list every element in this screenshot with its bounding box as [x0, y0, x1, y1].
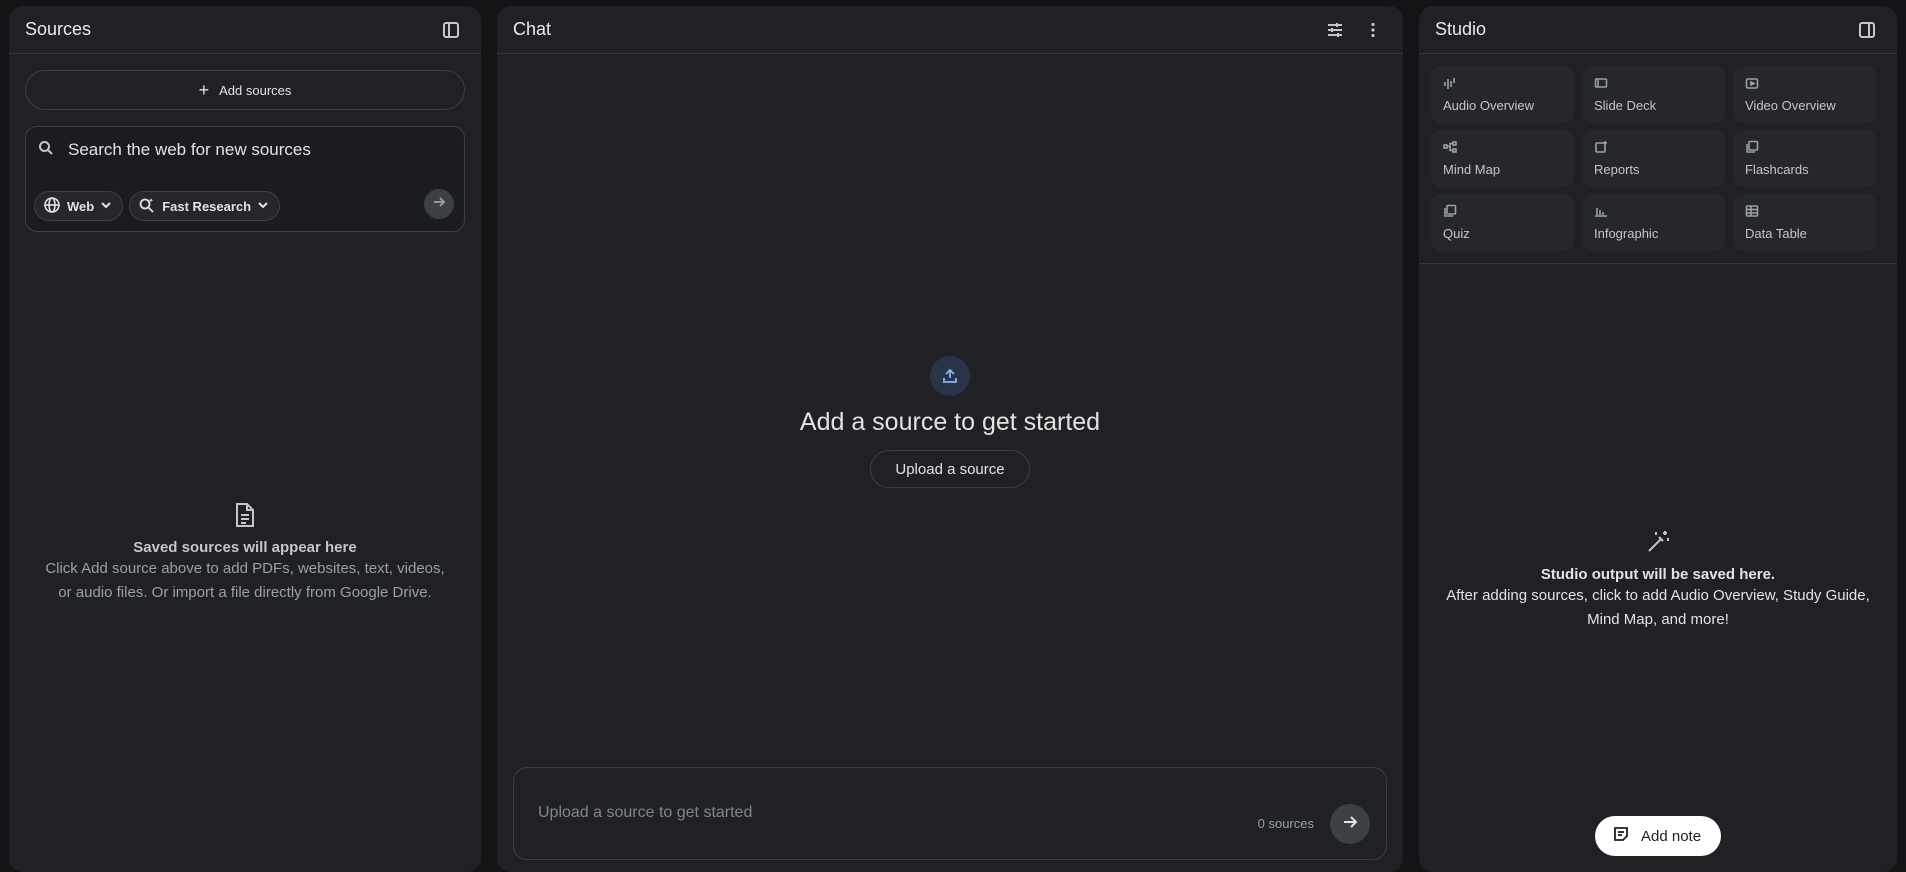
research-chip-label: Fast Research: [162, 198, 252, 214]
research-sparkle-icon: [138, 196, 156, 217]
tool-label: Flashcards: [1745, 162, 1809, 177]
chat-empty-state: Add a source to get started Upload a sou…: [497, 356, 1403, 488]
tool-mind-map[interactable]: Mind Map: [1431, 130, 1574, 187]
studio-header: Studio: [1419, 6, 1897, 54]
tool-label: Reports: [1594, 162, 1640, 177]
magic-wand-icon: [1645, 531, 1671, 559]
tune-icon[interactable]: [1321, 16, 1349, 44]
quiz-icon: [1443, 204, 1562, 223]
add-note-label: Add note: [1641, 827, 1702, 845]
studio-empty-description: After adding sources, click to add Audio…: [1446, 587, 1870, 628]
tool-label: Quiz: [1443, 226, 1470, 241]
web-source-dropdown[interactable]: Web: [34, 191, 124, 221]
tool-quiz[interactable]: Quiz: [1431, 194, 1574, 251]
search-input[interactable]: [68, 140, 452, 160]
web-search-box: Web Fast Research: [25, 126, 465, 232]
research-mode-dropdown[interactable]: Fast Research: [129, 191, 281, 221]
chat-header: Chat: [497, 6, 1403, 54]
search-submit-button[interactable]: [424, 189, 454, 219]
tool-label: Mind Map: [1443, 162, 1501, 177]
studio-title: Studio: [1435, 19, 1487, 39]
audio-wave-icon: [1443, 76, 1562, 95]
upload-source-button[interactable]: Upload a source: [870, 450, 1030, 488]
search-icon: [38, 140, 54, 161]
tool-label: Data Table: [1745, 226, 1807, 241]
plus-icon: +: [198, 80, 210, 100]
sources-title: Sources: [25, 19, 92, 39]
studio-empty-state: Studio output will be saved here. After …: [1419, 529, 1897, 632]
infographic-icon: [1594, 204, 1713, 223]
collapse-sidebar-icon[interactable]: [437, 16, 465, 44]
chat-title: Chat: [513, 19, 552, 39]
sources-header: Sources: [9, 6, 481, 54]
tool-reports[interactable]: Reports: [1582, 130, 1725, 187]
add-sources-label: Add sources: [219, 82, 292, 98]
chevron-down-icon: [257, 199, 269, 214]
mind-map-icon: [1443, 140, 1562, 159]
arrow-right-icon: [1341, 813, 1359, 836]
studio-empty-title: Studio output will be saved here.: [1540, 566, 1776, 583]
tool-label: Slide Deck: [1594, 98, 1657, 113]
tool-label: Audio Overview: [1443, 98, 1535, 113]
upload-icon: [930, 356, 970, 396]
send-button[interactable]: [1330, 804, 1370, 844]
divider: [1419, 263, 1897, 264]
sources-empty-state: Saved sources will appear here Click Add…: [9, 502, 481, 605]
tool-slide-deck[interactable]: Slide Deck: [1582, 66, 1725, 123]
chat-panel: Chat Add a source to get started Upload …: [497, 6, 1403, 872]
chat-input[interactable]: [538, 804, 1138, 822]
globe-icon: [43, 196, 61, 217]
reports-icon: [1594, 140, 1713, 159]
arrow-right-icon: [432, 195, 446, 214]
more-vert-icon[interactable]: [1359, 16, 1387, 44]
slides-icon: [1594, 76, 1713, 95]
table-icon: [1745, 204, 1864, 223]
sources-panel: Sources + Add sources Web: [9, 6, 481, 872]
flashcards-icon: [1745, 140, 1864, 159]
add-note-button[interactable]: Add note: [1595, 816, 1722, 856]
collapse-panel-icon[interactable]: [1853, 16, 1881, 44]
chat-empty-title: Add a source to get started: [799, 408, 1101, 436]
document-icon: [234, 503, 256, 532]
add-sources-button[interactable]: + Add sources: [25, 70, 465, 110]
tool-infographic[interactable]: Infographic: [1582, 194, 1725, 251]
source-count: 0 sources: [1257, 816, 1314, 831]
tool-audio-overview[interactable]: Audio Overview: [1431, 66, 1574, 123]
chat-input-box: 0 sources: [513, 767, 1387, 860]
studio-panel: Studio Audio Overview Slide Deck Video O…: [1419, 6, 1897, 872]
tool-label: Video Overview: [1745, 98, 1836, 113]
tool-video-overview[interactable]: Video Overview: [1733, 66, 1876, 123]
studio-tools-grid: Audio Overview Slide Deck Video Overview…: [1419, 54, 1897, 251]
sources-empty-description: Click Add source above to add PDFs, webs…: [45, 560, 445, 601]
tool-data-table[interactable]: Data Table: [1733, 194, 1876, 251]
tool-label: Infographic: [1594, 226, 1659, 241]
tool-flashcards[interactable]: Flashcards: [1733, 130, 1876, 187]
sources-empty-title: Saved sources will appear here: [133, 539, 357, 556]
chevron-down-icon: [100, 199, 112, 214]
web-chip-label: Web: [67, 198, 95, 214]
note-icon: [1613, 826, 1629, 846]
video-icon: [1745, 76, 1864, 95]
